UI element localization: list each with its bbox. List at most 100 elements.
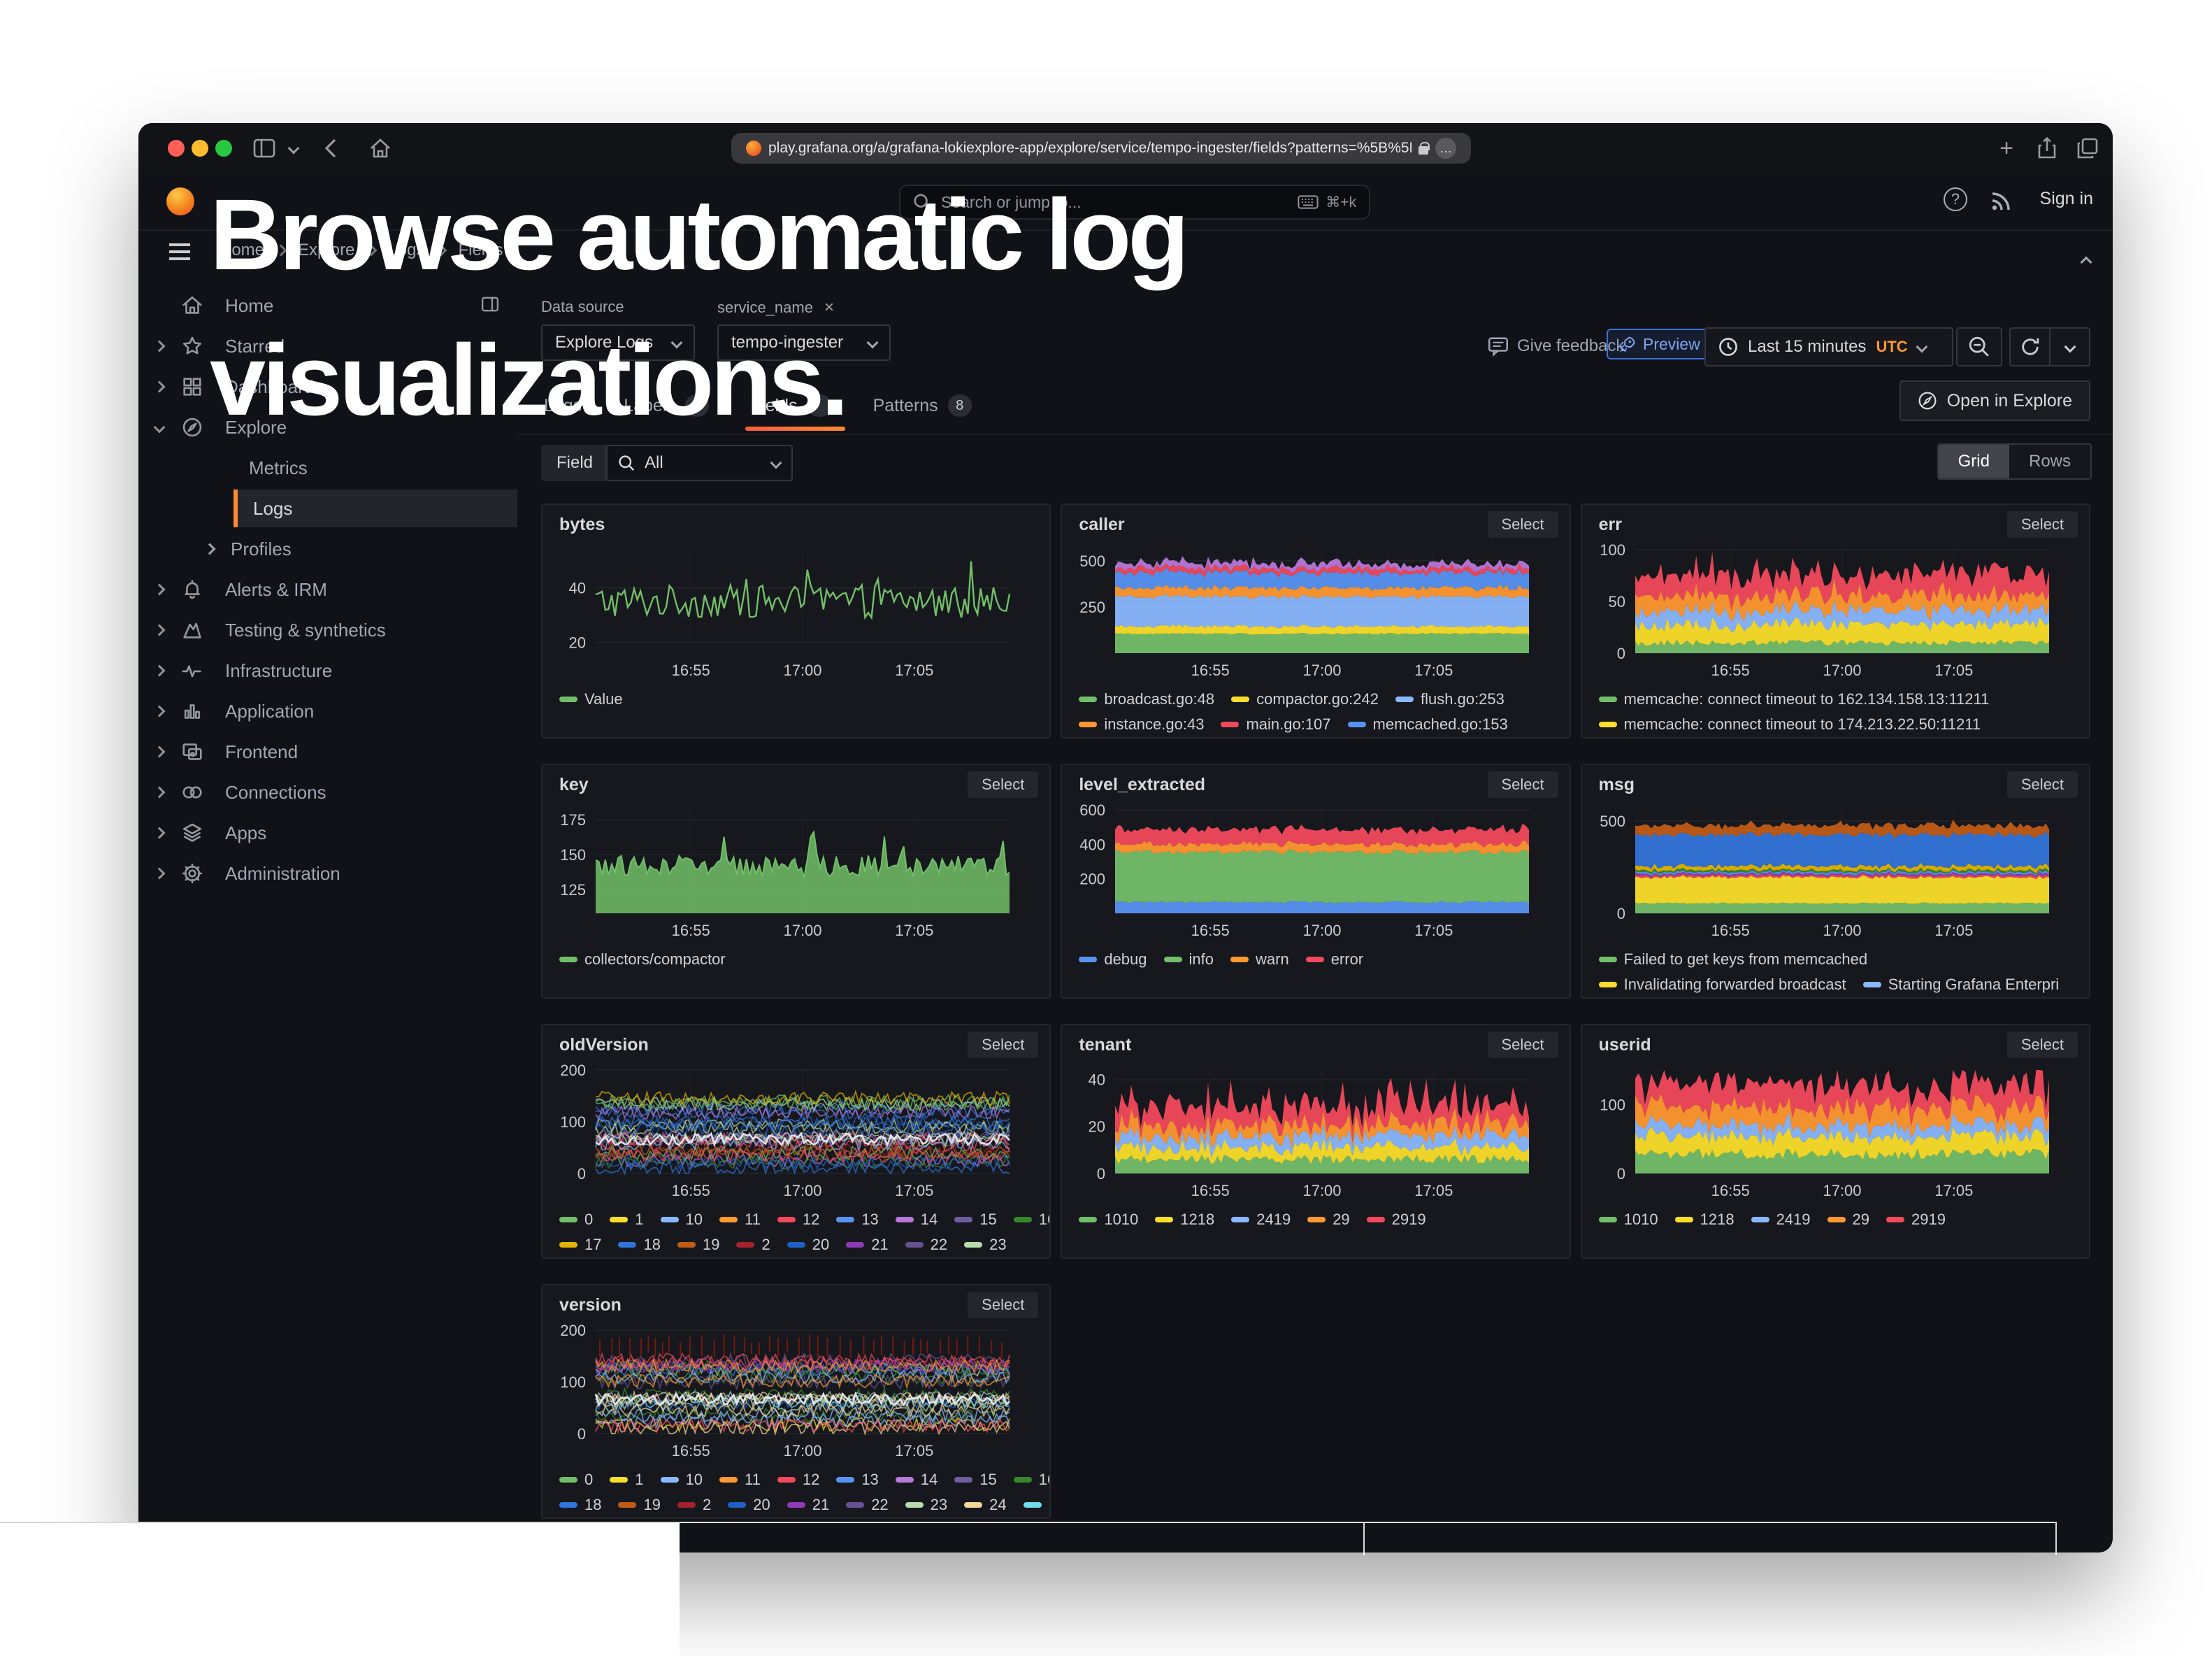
chevron-right-icon[interactable] xyxy=(154,706,166,718)
legend-item[interactable]: 14 xyxy=(896,1211,938,1229)
chevron-down-icon[interactable] xyxy=(154,422,166,434)
collapse-controls-icon[interactable] xyxy=(2082,246,2090,272)
sidebar-item-logs[interactable]: Logs xyxy=(234,490,517,527)
help-icon[interactable]: ? xyxy=(1944,187,1967,211)
legend-item[interactable]: 18 xyxy=(618,1236,660,1254)
sidebar-item-profiles[interactable]: Profiles xyxy=(138,529,517,569)
legend-item[interactable]: 13 xyxy=(836,1471,878,1489)
legend-item[interactable]: 23 xyxy=(905,1496,947,1514)
zoom-out-button[interactable] xyxy=(1956,327,2002,366)
legend-item[interactable]: 2 xyxy=(677,1496,711,1514)
legend-item[interactable]: 2 xyxy=(736,1236,770,1254)
legend-item[interactable]: 1010 xyxy=(1599,1211,1658,1229)
legend-item[interactable]: 12 xyxy=(777,1471,819,1489)
minimize-window-button[interactable] xyxy=(192,140,208,157)
legend-item[interactable]: 2419 xyxy=(1231,1211,1291,1229)
legend-item[interactable]: 19 xyxy=(677,1236,719,1254)
legend-item[interactable]: 22 xyxy=(905,1236,947,1254)
chevron-right-icon[interactable] xyxy=(154,665,166,677)
legend-item[interactable]: 18 xyxy=(559,1496,601,1514)
legend-item[interactable]: 21 xyxy=(787,1496,829,1514)
legend-item[interactable]: 11 xyxy=(719,1471,761,1489)
legend-item[interactable]: 0 xyxy=(559,1471,593,1489)
chevron-right-icon[interactable] xyxy=(154,584,166,596)
legend-item[interactable]: Value xyxy=(559,690,623,708)
panel-select-button[interactable]: Select xyxy=(2007,1032,2078,1058)
sign-in-button[interactable]: Sign in xyxy=(2040,189,2093,209)
panel-select-button[interactable]: Select xyxy=(1488,771,1558,798)
url-more-icon[interactable]: … xyxy=(1435,138,1456,159)
time-range-picker[interactable]: Last 15 minutes UTC xyxy=(1704,327,1953,366)
panel-select-button[interactable]: Select xyxy=(968,1292,1038,1318)
legend-item[interactable]: 11 xyxy=(719,1211,761,1229)
legend-item[interactable]: 16 xyxy=(1014,1211,1050,1229)
legend-item[interactable]: error xyxy=(1306,950,1363,969)
sidebar-item-testing-synthetics[interactable]: Testing & synthetics xyxy=(138,610,517,650)
legend-item[interactable]: memcache: connect timeout to 162.134.158… xyxy=(1599,690,1990,708)
rss-icon[interactable] xyxy=(1991,190,2012,211)
sidebar-item-alerts-irm[interactable]: Alerts & IRM xyxy=(138,569,517,610)
legend-item[interactable]: broadcast.go:48 xyxy=(1079,690,1214,708)
panel-select-button[interactable]: Select xyxy=(1488,1032,1558,1058)
view-toggle-grid[interactable]: Grid xyxy=(1939,445,2009,478)
legend-item[interactable]: 2919 xyxy=(1367,1211,1426,1229)
legend-item[interactable]: collectors/compactor xyxy=(559,950,726,969)
zoom-window-button[interactable] xyxy=(215,140,232,157)
legend-item[interactable]: 20 xyxy=(728,1496,770,1514)
legend-item[interactable]: 1 xyxy=(610,1471,643,1489)
chevron-right-icon[interactable] xyxy=(154,787,166,799)
close-window-button[interactable] xyxy=(168,140,185,157)
legend-item[interactable]: 15 xyxy=(954,1471,996,1489)
sidebar-item-connections[interactable]: Connections xyxy=(138,772,517,813)
address-bar[interactable]: play.grafana.org/a/grafana-lokiexplore-a… xyxy=(731,133,1471,164)
chevron-right-icon[interactable] xyxy=(154,868,166,880)
sidebar-item-apps[interactable]: Apps xyxy=(138,813,517,853)
legend-item[interactable]: 21 xyxy=(846,1236,888,1254)
legend-item[interactable]: Starting Grafana Enterpri xyxy=(1863,976,2060,994)
chevron-right-icon[interactable] xyxy=(204,543,216,555)
legend-item[interactable]: 17 xyxy=(559,1236,601,1254)
legend-item[interactable]: flush.go:253 xyxy=(1395,690,1504,708)
sidebar-item-administration[interactable]: Administration xyxy=(138,853,517,894)
legend-item[interactable]: 29 xyxy=(1307,1211,1349,1229)
chevron-right-icon[interactable] xyxy=(154,341,166,352)
mega-menu-toggle-icon[interactable] xyxy=(169,243,190,246)
legend-item[interactable]: main.go:107 xyxy=(1221,715,1330,734)
titlebar-chevron-down-icon[interactable] xyxy=(281,136,306,161)
legend-item[interactable]: 19 xyxy=(618,1496,660,1514)
legend-item[interactable]: compactor.go:242 xyxy=(1231,690,1379,708)
panel-select-button[interactable]: Select xyxy=(968,771,1038,798)
legend-item[interactable]: 16 xyxy=(1014,1471,1050,1489)
legend-item[interactable]: 10 xyxy=(661,1471,703,1489)
chevron-right-icon[interactable] xyxy=(154,381,166,393)
panel-select-button[interactable]: Select xyxy=(2007,511,2078,538)
sidebar-item-frontend[interactable]: Frontend xyxy=(138,731,517,772)
grafana-logo-icon[interactable] xyxy=(166,187,194,215)
chevron-right-icon[interactable] xyxy=(154,827,166,839)
legend-item[interactable]: memcache: connect timeout to 174.213.22.… xyxy=(1599,715,1981,734)
legend-item[interactable]: 1218 xyxy=(1675,1211,1735,1229)
legend-item[interactable]: 24 xyxy=(964,1496,1006,1514)
legend-item[interactable]: 15 xyxy=(954,1211,996,1229)
legend-item[interactable]: 23 xyxy=(964,1236,1006,1254)
legend-item[interactable]: warn xyxy=(1230,950,1289,969)
legend-item[interactable]: 20 xyxy=(787,1236,829,1254)
legend-item[interactable]: 22 xyxy=(846,1496,888,1514)
preview-badge[interactable]: Preview xyxy=(1607,329,1713,359)
legend-item[interactable]: debug xyxy=(1079,950,1147,969)
tab-overview-icon[interactable] xyxy=(2075,136,2100,161)
chevron-right-icon[interactable] xyxy=(154,624,166,636)
chevron-right-icon[interactable] xyxy=(154,746,166,758)
back-icon[interactable] xyxy=(317,136,343,161)
give-feedback-link[interactable]: Give feedback xyxy=(1488,336,1624,357)
panel-select-button[interactable]: Select xyxy=(1488,511,1558,538)
legend-item[interactable]: 1218 xyxy=(1155,1211,1214,1229)
home-icon[interactable] xyxy=(368,136,393,161)
new-tab-icon[interactable]: + xyxy=(1994,136,2019,161)
panel-select-button[interactable]: Select xyxy=(2007,771,2078,798)
sidebar-item-infrastructure[interactable]: Infrastructure xyxy=(138,650,517,691)
legend-item[interactable]: 2 xyxy=(1024,1496,1050,1514)
legend-item[interactable]: 2919 xyxy=(1886,1211,1946,1229)
legend-item[interactable]: instance.go:43 xyxy=(1079,715,1204,734)
legend-item[interactable]: 0 xyxy=(559,1211,593,1229)
